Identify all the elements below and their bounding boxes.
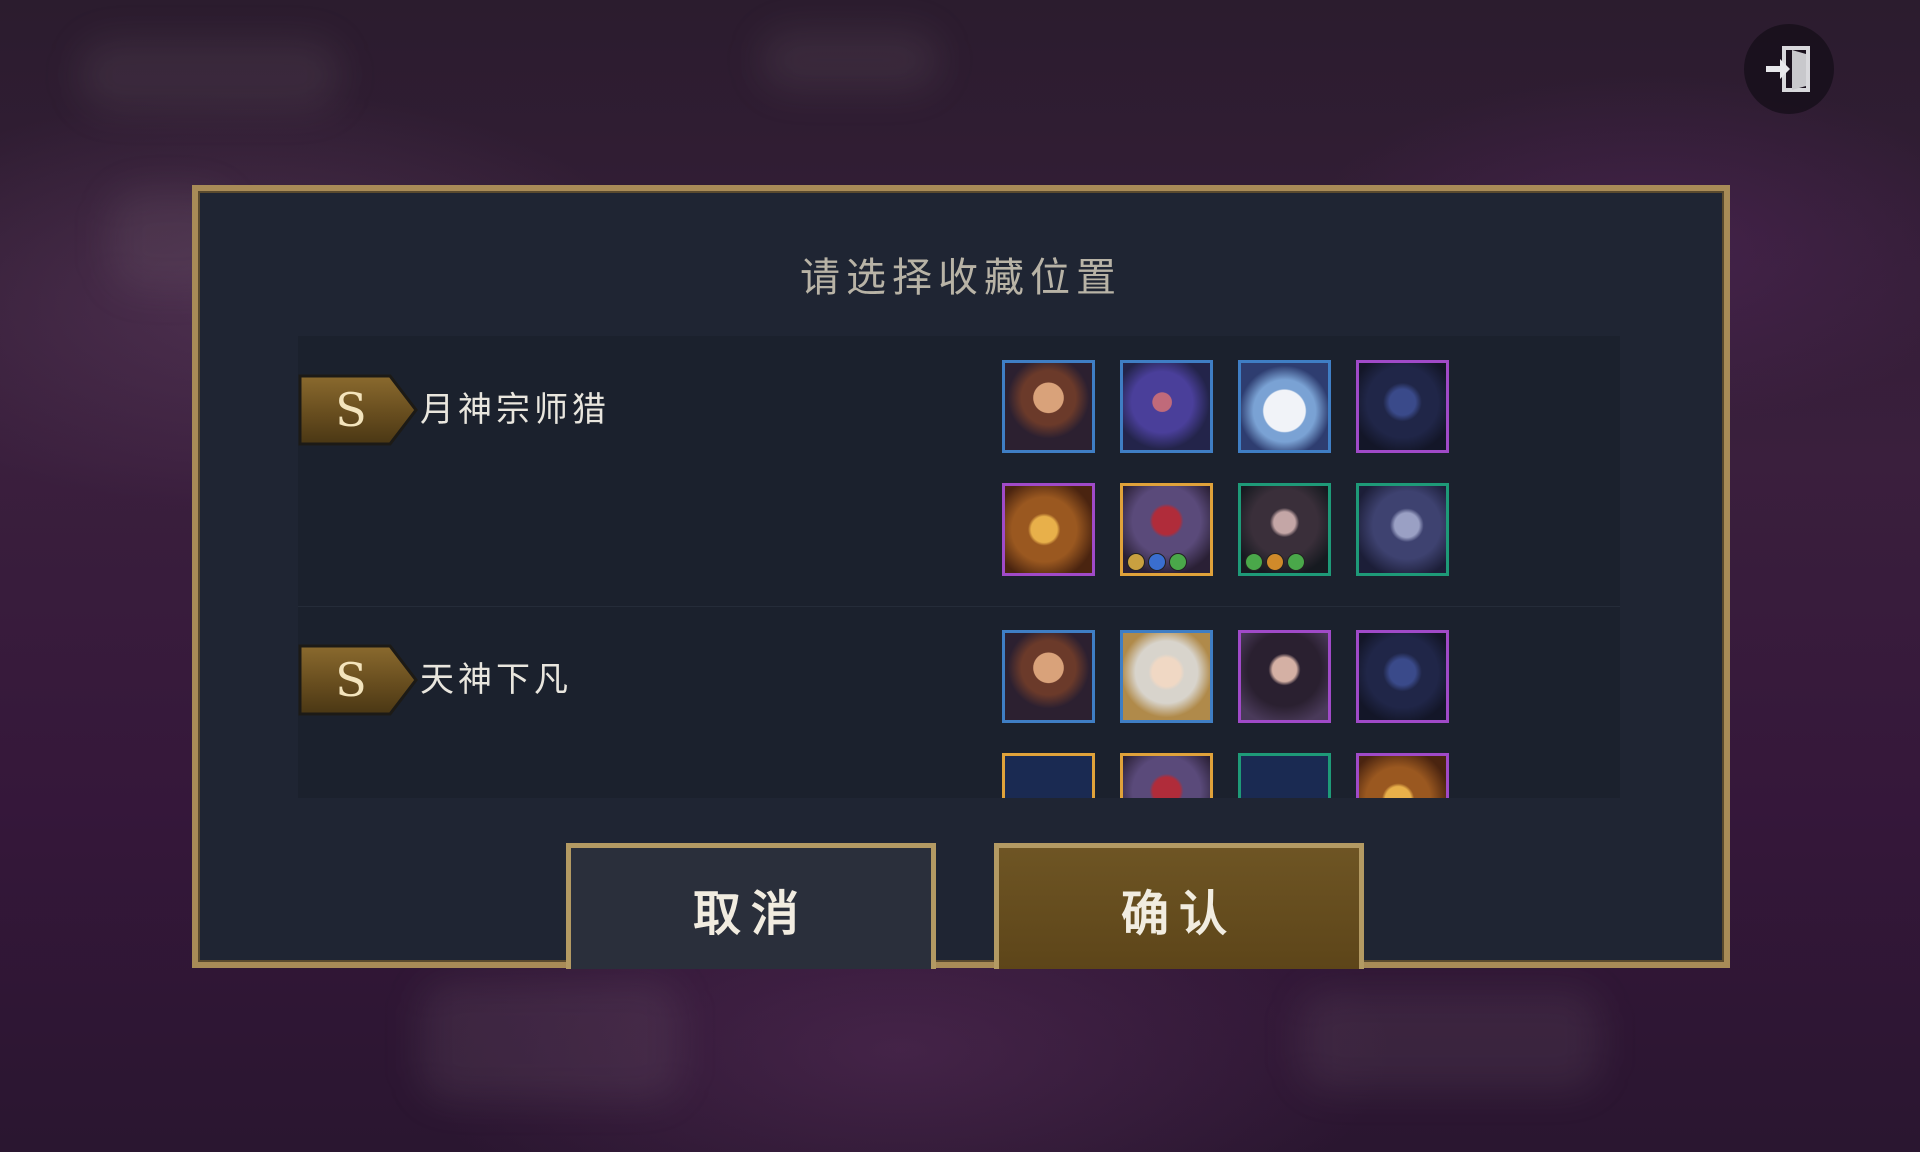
champion-portrait (1356, 630, 1449, 723)
champion-grid (1002, 360, 1449, 576)
composition-name: 月神宗师猎 (420, 390, 610, 430)
rank-letter: S (335, 653, 367, 707)
empty-champion-slot (1238, 753, 1331, 798)
champion-portrait (1356, 753, 1449, 798)
champion-portrait (1238, 360, 1331, 453)
champion-grid (1002, 630, 1449, 798)
dialog-title: 请选择收藏位置 (800, 255, 1122, 301)
rank-badge: S (298, 374, 418, 446)
item-icon (1169, 553, 1187, 571)
confirm-button[interactable]: 确认 (994, 843, 1364, 969)
rank-letter: S (335, 383, 367, 437)
champion-portrait (1120, 753, 1213, 798)
composition-list[interactable]: S 月神宗师猎 S 天神下凡 (298, 336, 1620, 798)
save-location-dialog: 请选择收藏位置 S 月神宗师猎 S 天神下凡 取消 确认 (192, 185, 1730, 969)
background-blur (420, 980, 680, 1100)
champion-portrait (1356, 483, 1449, 576)
champion-portrait (1120, 630, 1213, 723)
champion-portrait (1356, 360, 1449, 453)
item-icon (1287, 553, 1305, 571)
composition-entry[interactable]: S 天神下凡 (298, 606, 1620, 798)
champion-portrait (1002, 483, 1095, 576)
rank-badge: S (298, 644, 418, 716)
champion-portrait (1002, 360, 1095, 453)
champion-portrait (1120, 483, 1213, 576)
background-blur (760, 30, 940, 90)
exit-door-icon (1766, 46, 1810, 92)
background-blur (80, 40, 340, 110)
champion-portrait (1238, 630, 1331, 723)
item-icon (1127, 553, 1145, 571)
composition-name: 天神下凡 (420, 660, 572, 700)
empty-champion-slot (1002, 753, 1095, 798)
item-icon (1245, 553, 1263, 571)
background-blur (1300, 990, 1600, 1090)
champion-portrait (1238, 483, 1331, 576)
item-icon (1148, 553, 1166, 571)
item-icons (1127, 553, 1187, 571)
item-icons (1245, 553, 1305, 571)
cancel-button[interactable]: 取消 (566, 843, 936, 969)
champion-portrait (1120, 360, 1213, 453)
champion-portrait (1002, 630, 1095, 723)
item-icon (1266, 553, 1284, 571)
composition-entry[interactable]: S 月神宗师猎 (298, 336, 1620, 607)
exit-button[interactable] (1744, 24, 1834, 114)
